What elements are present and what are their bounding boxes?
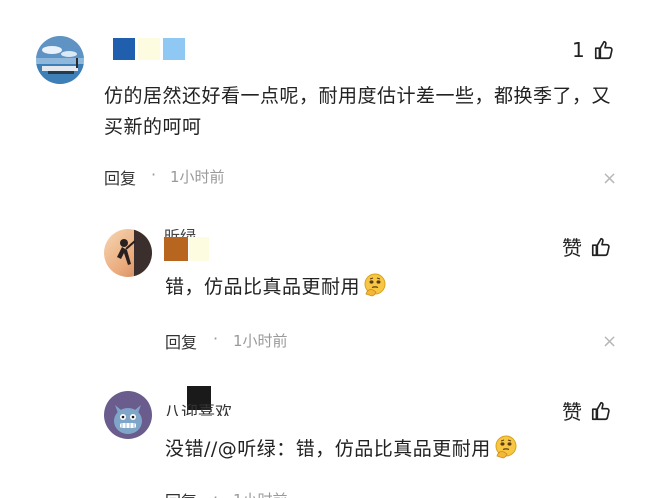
username-block-blue bbox=[113, 38, 135, 60]
close-icon[interactable]: × bbox=[602, 170, 617, 188]
monster-avatar-image bbox=[104, 391, 152, 439]
user-avatar[interactable] bbox=[104, 229, 152, 277]
like-count: 1 bbox=[572, 38, 585, 62]
timestamp: 1小时前 bbox=[233, 489, 288, 498]
like-label: 赞 bbox=[562, 400, 582, 424]
silhouette-avatar-image bbox=[104, 229, 152, 277]
separator-dot: · bbox=[213, 488, 219, 498]
user-avatar[interactable] bbox=[36, 36, 84, 84]
separator-dot: · bbox=[151, 165, 157, 184]
comment-body: 仿的居然还好看一点呢，耐用度估计差一些，都换季了，又买新的呵呵 bbox=[104, 85, 612, 138]
like-button[interactable]: 赞 bbox=[562, 232, 612, 261]
timestamp: 1小时前 bbox=[233, 332, 288, 350]
reply-text: 没错//@听绿：错，仿品比真品更耐用 bbox=[165, 438, 491, 460]
username-block-cream bbox=[189, 237, 209, 261]
username-block-cream bbox=[138, 38, 160, 60]
username-text: 八迎喜欢 bbox=[164, 404, 232, 416]
like-label: 赞 bbox=[562, 236, 582, 260]
like-button[interactable]: 1 bbox=[572, 38, 615, 62]
thumbs-up-icon bbox=[591, 401, 610, 420]
reply-button[interactable]: 回复 bbox=[104, 165, 136, 189]
reply-text: 错，仿品比真品更耐用 bbox=[165, 276, 361, 298]
thumbs-up-icon bbox=[591, 237, 610, 256]
thinking-face-emoji-icon bbox=[495, 435, 517, 459]
reply-button[interactable]: 回复 bbox=[165, 488, 197, 498]
landscape-avatar-image bbox=[36, 36, 84, 84]
reply-footer-clipped: 回复 · 1小时前 bbox=[165, 488, 365, 498]
username-text: 昕绿 bbox=[164, 229, 210, 237]
username-block-lightblue bbox=[163, 38, 185, 60]
reply-body: 没错//@听绿：错，仿品比真品更耐用 bbox=[165, 434, 605, 465]
separator-dot: · bbox=[213, 329, 219, 348]
username-block-brown bbox=[164, 237, 188, 261]
thinking-face-emoji-icon bbox=[364, 273, 386, 297]
user-avatar[interactable] bbox=[104, 391, 152, 439]
reply-button[interactable]: 回复 bbox=[165, 329, 197, 353]
close-icon[interactable]: × bbox=[602, 333, 617, 351]
timestamp: 1小时前 bbox=[170, 168, 225, 186]
thumbs-up-icon bbox=[594, 40, 613, 60]
like-button[interactable]: 赞 bbox=[562, 396, 612, 425]
reply-body: 错，仿品比真品更耐用 bbox=[165, 272, 605, 303]
